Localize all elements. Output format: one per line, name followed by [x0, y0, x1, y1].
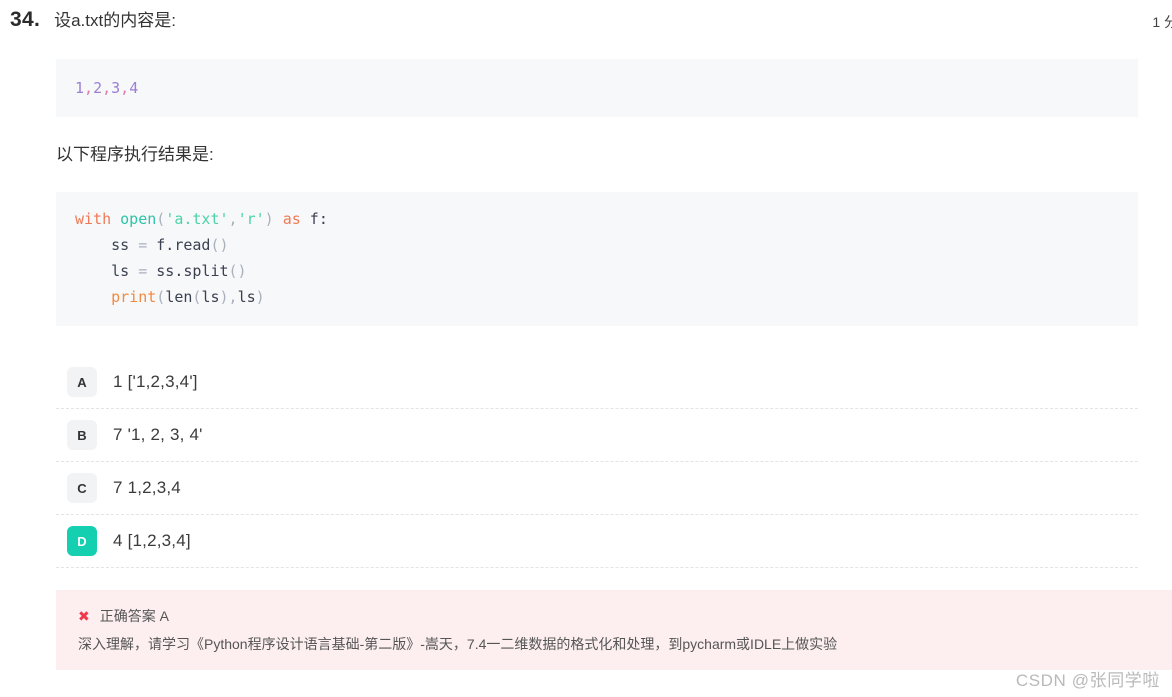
option-text-d: 4 [1,2,3,4] — [113, 531, 191, 550]
code-token: 3 — [111, 79, 121, 97]
question-header: 34. 设a.txt的内容是: 1 分 — [0, 0, 1172, 44]
code-token: ) — [219, 288, 229, 306]
code-token: f: — [300, 210, 328, 228]
code-token: 2 — [93, 79, 103, 97]
code-token: () — [228, 262, 247, 280]
code-token: = — [138, 236, 148, 254]
code-token: , — [228, 210, 238, 228]
code-line: with open('a.txt','r') as f: — [75, 206, 1138, 232]
code-token: 1 — [75, 79, 85, 97]
code-token: ( — [156, 210, 166, 228]
option-text-b: 7 '1, 2, 3, 4' — [113, 425, 203, 444]
code-token: ls — [201, 288, 220, 306]
correct-answer-label: 正确答案 A — [99, 608, 169, 624]
answer-options-list: A 1 ['1,2,3,4'] B 7 '1, 2, 3, 4' C 7 1,2,3,4 D… — [56, 356, 1138, 568]
code-token: , — [102, 79, 112, 97]
code-token: open — [120, 210, 157, 228]
code-token: len — [165, 288, 193, 306]
code-token: ( — [156, 288, 166, 306]
code-token: 4 — [129, 79, 139, 97]
code-line: print(len(ls),ls) — [75, 284, 1138, 310]
option-badge-a[interactable]: A — [67, 367, 97, 397]
code-token: 'a.txt' — [165, 210, 229, 228]
code-token: ) — [255, 288, 265, 306]
option-badge-d[interactable]: D — [67, 526, 97, 556]
option-row-d[interactable]: D 4 [1,2,3,4] — [56, 515, 1138, 568]
question-number: 34. — [10, 8, 41, 31]
csdn-watermark: CSDN @张同学啦 — [1015, 671, 1160, 690]
code-token: print — [111, 288, 157, 306]
question-title: 设a.txt的内容是: — [54, 11, 176, 30]
option-text-a: 1 ['1,2,3,4'] — [113, 372, 198, 391]
question-score: 1 分 — [1152, 14, 1172, 30]
code-token: ls — [75, 262, 139, 280]
code-block-python-program: with open('a.txt','r') as f: ss = f.read… — [56, 192, 1138, 326]
code-token: , — [84, 79, 94, 97]
code-token: , — [120, 79, 130, 97]
correct-answer-line: ✖ 正确答案 A — [78, 606, 1172, 626]
option-row-a[interactable]: A 1 ['1,2,3,4'] — [56, 356, 1138, 409]
program-result-prompt: 以下程序执行结果是: — [56, 145, 214, 164]
code-line: ss = f.read() — [75, 232, 1138, 258]
code-token: f.read — [147, 236, 211, 254]
answer-explanation-box: ✖ 正确答案 A 深入理解，请学习《Python程序设计语言基础-第二版》-嵩天… — [56, 590, 1172, 670]
option-badge-b[interactable]: B — [67, 420, 97, 450]
code-token: as — [282, 210, 301, 228]
code-line: 1,2,3,4 — [75, 75, 1138, 101]
code-token: ) — [264, 210, 274, 228]
code-token: ss.split — [147, 262, 229, 280]
code-line: ls = ss.split() — [75, 258, 1138, 284]
answer-explanation-text: 深入理解，请学习《Python程序设计语言基础-第二版》-嵩天，7.4一二维数据… — [78, 636, 838, 652]
code-block-file-content: 1,2,3,4 — [56, 59, 1138, 117]
option-row-c[interactable]: C 7 1,2,3,4 — [56, 462, 1138, 515]
option-row-b[interactable]: B 7 '1, 2, 3, 4' — [56, 409, 1138, 462]
code-token: , — [228, 288, 238, 306]
code-token: ss — [75, 236, 139, 254]
code-token: () — [210, 236, 229, 254]
option-badge-c[interactable]: C — [67, 473, 97, 503]
option-text-c: 7 1,2,3,4 — [113, 478, 181, 497]
code-token: with — [75, 210, 112, 228]
quiz-question-page: 34. 设a.txt的内容是: 1 分 1,2,3,4 以下程序执行结果是: w… — [0, 0, 1172, 697]
code-token: ls — [237, 288, 256, 306]
code-token: 'r' — [237, 210, 265, 228]
code-token: = — [138, 262, 148, 280]
cross-icon: ✖ — [78, 608, 90, 624]
